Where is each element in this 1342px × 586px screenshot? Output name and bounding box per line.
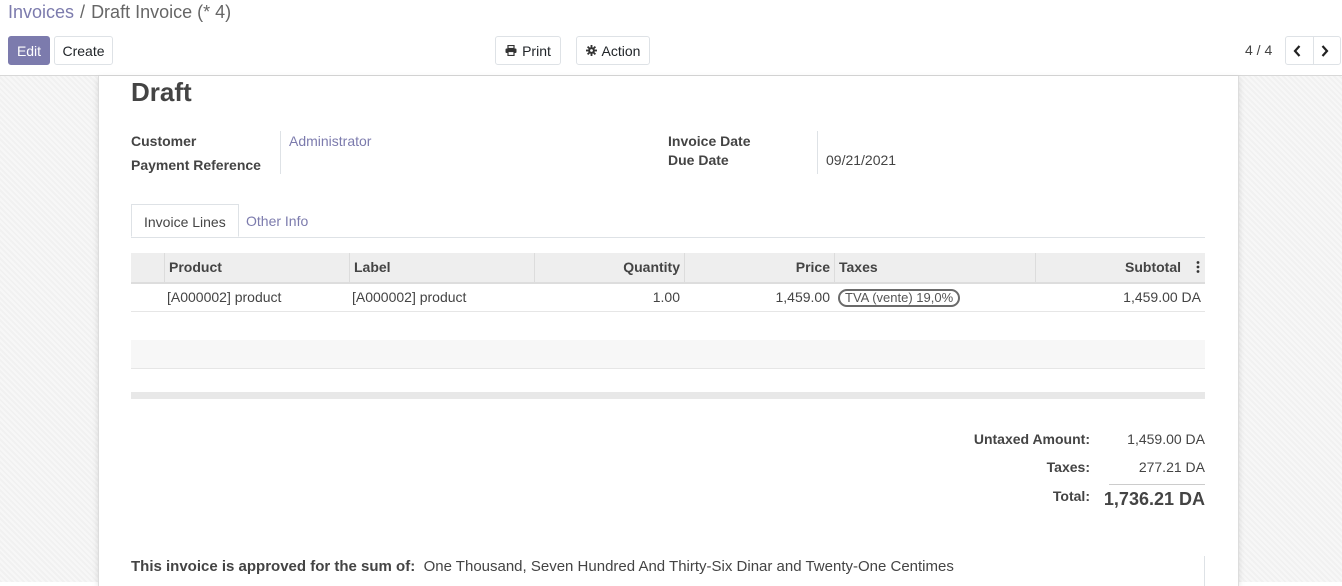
untaxed-amount-value: 1,459.00 DA: [1127, 431, 1205, 447]
due-date-field[interactable]: 09/21/2021: [826, 152, 896, 168]
breadcrumb-current: Draft Invoice (* 4): [91, 2, 232, 22]
payment-reference-field[interactable]: [289, 157, 299, 173]
kebab-icon: [1196, 261, 1200, 273]
column-header-taxes[interactable]: Taxes: [834, 253, 1035, 282]
column-header-price[interactable]: Price: [684, 253, 834, 282]
empty-table-row: [131, 340, 1205, 369]
tab-invoice-lines[interactable]: Invoice Lines: [131, 204, 239, 237]
chevron-right-icon: [1321, 44, 1328, 57]
handle-column-header: [131, 253, 164, 282]
amount-in-words: This invoice is approved for the sum of:…: [131, 558, 954, 575]
customer-field[interactable]: Administrator: [289, 133, 371, 149]
print-button-label: Print: [522, 42, 551, 59]
taxes-label: Taxes:: [1046, 459, 1090, 475]
invoice-status-title: Draft: [131, 77, 192, 107]
action-button-label: Action: [601, 42, 641, 59]
customer-label: Customer: [131, 133, 197, 149]
cell-taxes[interactable]: TVA (vente) 19,0%: [834, 283, 1035, 311]
chevron-left-icon: [1293, 44, 1301, 57]
edit-button[interactable]: Edit: [8, 36, 50, 65]
column-header-product[interactable]: Product: [164, 253, 349, 282]
breadcrumb-separator: /: [80, 2, 86, 22]
field-divider: [817, 131, 818, 174]
breadcrumb-invoices-link[interactable]: Invoices: [8, 2, 74, 22]
table-row[interactable]: [A000002] product [A000002] product 1.00…: [131, 283, 1205, 312]
column-options-button[interactable]: [1185, 253, 1205, 282]
untaxed-amount-label: Untaxed Amount:: [973, 431, 1090, 447]
table-footer: [131, 392, 1205, 399]
cell-price[interactable]: 1,459.00: [684, 283, 834, 311]
column-header-label[interactable]: Label: [349, 253, 534, 282]
tax-tag-badge: TVA (vente) 19,0%: [838, 289, 961, 307]
column-header-quantity[interactable]: Quantity: [534, 253, 684, 282]
cell-product[interactable]: [A000002] product: [163, 283, 348, 311]
amount-in-words-value: One Thousand, Seven Hundred And Thirty-S…: [423, 558, 954, 575]
notebook-tabs: Invoice Lines Other Info: [131, 204, 1205, 238]
total-value: 1,736.21 DA: [1103, 489, 1205, 509]
invoice-date-label: Invoice Date: [668, 133, 751, 149]
due-date-label: Due Date: [668, 152, 729, 168]
payment-reference-label: Payment Reference: [131, 157, 261, 173]
amount-in-words-label: This invoice is approved for the sum of:: [131, 558, 416, 575]
print-button[interactable]: Print: [495, 36, 561, 65]
table-header: Product Label Quantity Price Taxes Subto…: [131, 253, 1205, 284]
printer-icon: [505, 45, 517, 56]
pager-value[interactable]: 4 / 4: [1245, 42, 1272, 58]
invoice-date-field[interactable]: [826, 133, 836, 149]
tab-other-info[interactable]: Other Info: [234, 204, 320, 237]
form-sheet: Draft Customer Payment Reference Adminis…: [98, 76, 1239, 586]
gear-icon: [585, 45, 597, 56]
cell-quantity[interactable]: 1.00: [533, 283, 684, 311]
pager-next-button[interactable]: [1313, 36, 1341, 65]
empty-table-row: [131, 312, 1205, 341]
cell-subtotal[interactable]: 1,459.00 DA: [1035, 283, 1205, 311]
totals-divider: [1109, 484, 1205, 485]
breadcrumb: Invoices / Draft Invoice (* 4): [8, 2, 231, 23]
field-divider: [280, 131, 281, 174]
action-button[interactable]: Action: [576, 36, 650, 65]
create-button[interactable]: Create: [54, 36, 113, 65]
cell-label[interactable]: [A000002] product: [348, 283, 533, 311]
control-panel: Invoices / Draft Invoice (* 4) Edit Create…: [0, 0, 1342, 76]
column-header-subtotal[interactable]: Subtotal: [1035, 253, 1185, 282]
pager-previous-button[interactable]: [1285, 36, 1314, 65]
taxes-value: 277.21 DA: [1138, 459, 1205, 475]
